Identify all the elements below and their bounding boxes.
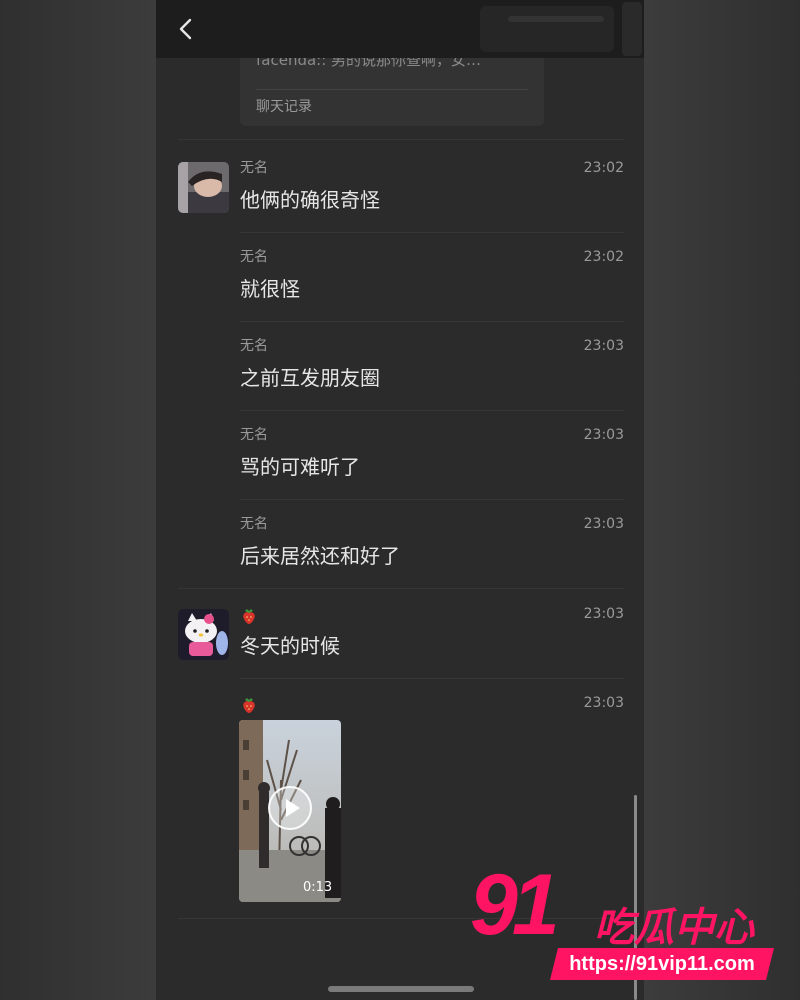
message-time: 23:03	[583, 606, 624, 622]
divider	[240, 499, 624, 500]
home-indicator[interactable]	[328, 986, 474, 992]
strawberry-icon	[243, 609, 255, 624]
divider	[240, 232, 624, 233]
sender-name: 无名	[240, 516, 268, 532]
top-nav-bar	[156, 0, 644, 58]
watermark-url: https://91vip11.com	[569, 953, 755, 975]
video-message-thumbnail[interactable]: 0:13	[239, 720, 341, 902]
message-text: 他俩的确很奇怪	[240, 188, 380, 212]
watermark-number: 91	[470, 857, 560, 953]
message-time: 23:03	[583, 695, 624, 711]
message-time: 23:02	[583, 249, 624, 265]
blurred-header-edge	[622, 2, 642, 56]
video-duration: 0:13	[303, 880, 333, 895]
divider	[256, 89, 528, 90]
avatar[interactable]	[178, 162, 229, 213]
sender-name: 无名	[240, 160, 268, 176]
avatar[interactable]	[178, 609, 229, 660]
divider	[240, 678, 624, 679]
sender-icon	[240, 696, 258, 714]
message-text: 之前互发朋友圈	[240, 366, 380, 390]
message-text: 后来居然还和好了	[240, 544, 400, 568]
right-backdrop	[644, 0, 800, 1000]
message-text: 骂的可难听了	[240, 455, 360, 479]
sender-name: 无名	[240, 249, 268, 265]
divider	[240, 410, 624, 411]
strawberry-icon	[243, 698, 255, 713]
sender-icon	[240, 607, 258, 625]
avatar-photo	[178, 162, 229, 213]
sender-name: 无名	[240, 427, 268, 443]
blurred-header-line	[508, 16, 604, 22]
watermark-name: 吃瓜中心	[594, 905, 754, 951]
avatar-photo	[178, 609, 229, 660]
play-icon	[286, 799, 300, 817]
message-text: 就很怪	[240, 277, 300, 301]
blurred-header-area	[480, 6, 614, 52]
chat-record-label: 聊天记录	[256, 99, 312, 115]
watermark-logo: 91 吃瓜中心 https://91vip11.com	[470, 860, 780, 990]
message-time: 23:02	[583, 160, 624, 176]
chevron-left-icon	[179, 18, 192, 40]
sender-name: 无名	[240, 338, 268, 354]
message-time: 23:03	[583, 338, 624, 354]
divider	[178, 139, 624, 140]
message-time: 23:03	[583, 516, 624, 532]
back-button[interactable]	[172, 14, 200, 44]
message-time: 23:03	[583, 427, 624, 443]
chat-history-screen: facenda:: 男的说那你查啊，女… 聊天记录 无名 23:02 他俩的确很…	[156, 0, 644, 1000]
divider	[178, 588, 624, 589]
left-backdrop	[0, 0, 156, 1000]
message-text: 冬天的时候	[240, 634, 340, 658]
divider	[240, 321, 624, 322]
play-button[interactable]	[268, 786, 312, 830]
